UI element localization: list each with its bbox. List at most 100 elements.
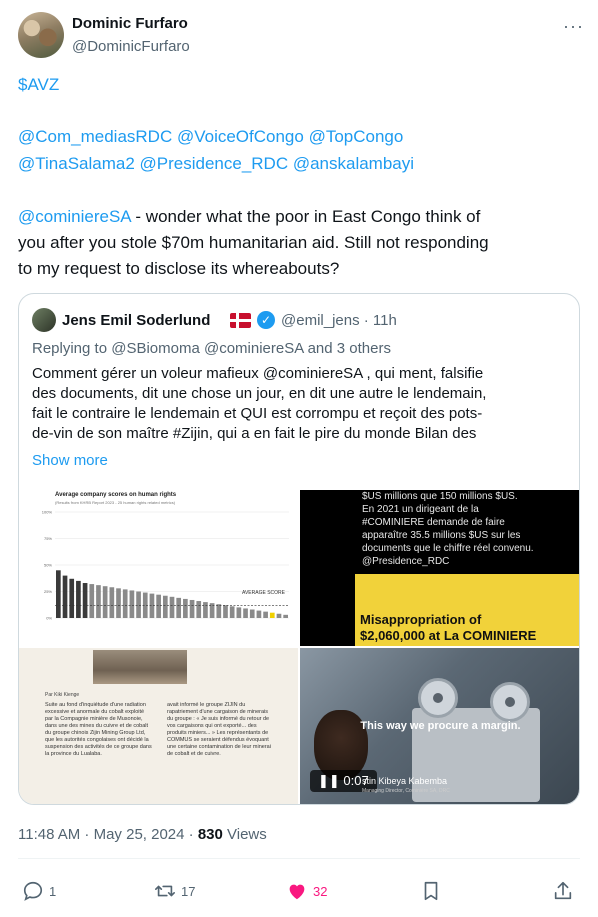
tweet-meta: 11:48 AM · May 25, 2024 · 830 Views bbox=[18, 826, 267, 843]
document-text: $US millions que 150 millions $US. En 20… bbox=[362, 490, 572, 568]
headline-line: Misappropriation of bbox=[360, 612, 482, 627]
document-line: $US millions que 150 millions $US. bbox=[362, 491, 518, 502]
y-tick-label: 75% bbox=[44, 536, 52, 541]
chart-bar bbox=[169, 596, 175, 618]
chart-bar bbox=[203, 602, 208, 618]
chart-bar bbox=[196, 601, 202, 618]
share-icon bbox=[554, 881, 572, 900]
quoted-author-avatar[interactable] bbox=[32, 308, 56, 332]
chart-bar bbox=[276, 613, 282, 618]
like-count: 32 bbox=[313, 883, 328, 899]
article-column-1: Suite au fond d'inquiétude d'une radiati… bbox=[45, 702, 152, 757]
show-more-link[interactable]: Show more bbox=[32, 452, 108, 469]
mentions-line-2[interactable]: @TinaSalama2 @Presidence_RDC @anskalamba… bbox=[18, 152, 578, 175]
chart-bar bbox=[136, 591, 141, 618]
cashtag-link[interactable]: $AVZ bbox=[18, 73, 578, 96]
quoted-author-name[interactable]: Jens Emil Soderlund bbox=[62, 312, 210, 329]
heart-icon bbox=[289, 884, 305, 900]
divider bbox=[18, 858, 580, 859]
action-bar: 1 17 32 bbox=[18, 876, 580, 906]
chart-bar bbox=[102, 586, 108, 618]
tweet-body-line-1: @cominiereSA - wonder what the poor in E… bbox=[18, 205, 578, 228]
reply-button[interactable]: 1 bbox=[22, 876, 56, 906]
video-name-tag: stin Kibeya Kabemba bbox=[362, 776, 448, 786]
timestamp[interactable]: 11:48 AM · May 25, 2024 · bbox=[18, 826, 198, 843]
quoted-tweet[interactable]: Jens Emil Soderlund ✓ @emil_jens · 11h R… bbox=[18, 293, 580, 805]
tweet-header: Dominic Furfaro @DominicFurfaro ··· bbox=[18, 12, 588, 60]
body-text-1: - wonder what the poor in East Congo thi… bbox=[130, 207, 481, 226]
article-column-2: avait informé le groupe ZIJIN du rapatri… bbox=[167, 702, 271, 757]
article-photo bbox=[93, 650, 187, 684]
quoted-tweet-text: Comment gérer un voleur mafieux @cominie… bbox=[32, 364, 572, 444]
bookmark-button[interactable] bbox=[420, 876, 442, 906]
chart-bar bbox=[249, 609, 255, 618]
chart-bar bbox=[216, 604, 222, 618]
average-score-label: AVERAGE SCORE bbox=[242, 590, 285, 596]
quoted-author-handle[interactable]: @emil_jens · 11h bbox=[281, 312, 397, 329]
pause-icon: ❚❚ bbox=[318, 773, 344, 788]
headline-line: $2,060,000 at La COMINIERE bbox=[360, 628, 537, 643]
media-video[interactable]: This way we procure a margin. ❚❚ 0:07 st… bbox=[300, 648, 579, 804]
author-name[interactable]: Dominic Furfaro bbox=[72, 15, 188, 32]
media-grid: Average company scores on human rights (… bbox=[19, 490, 579, 804]
chart-bar bbox=[62, 575, 68, 618]
tweet-body-line-2: you after you stole $70m humanitarian ai… bbox=[18, 233, 489, 252]
chart-bar bbox=[96, 585, 101, 618]
more-options-icon[interactable]: ··· bbox=[563, 16, 584, 37]
chart-bar bbox=[162, 595, 168, 618]
chart-bar bbox=[229, 606, 235, 618]
y-tick-label: 25% bbox=[44, 589, 52, 594]
chart-bar bbox=[149, 593, 155, 618]
headline-text: Misappropriation of $2,060,000 at La COM… bbox=[360, 612, 579, 644]
reply-icon bbox=[23, 881, 43, 901]
video-caption: This way we procure a margin. bbox=[360, 720, 521, 732]
body-mention-link[interactable]: @cominiereSA bbox=[18, 207, 131, 226]
document-line: @Presidence_RDC bbox=[362, 556, 450, 567]
y-tick-label: 50% bbox=[44, 563, 52, 568]
quoted-text-line: fait le contraire le lendemain et QUI es… bbox=[32, 405, 483, 422]
chart-bar bbox=[269, 612, 275, 618]
author-handle[interactable]: @DominicFurfaro bbox=[72, 38, 190, 55]
repost-count: 17 bbox=[181, 883, 196, 899]
media-chart-image[interactable]: Average company scores on human rights (… bbox=[19, 490, 298, 646]
bookmark-icon bbox=[424, 881, 438, 901]
chart-bar bbox=[89, 584, 95, 618]
media-document-image[interactable]: $US millions que 150 millions $US. En 20… bbox=[300, 490, 579, 646]
quoted-text-line: Comment gérer un voleur mafieux @cominie… bbox=[32, 365, 484, 382]
quoted-text-line: de-vin de son maître #Zijin, qui a en fa… bbox=[32, 425, 477, 442]
chart-bar bbox=[236, 607, 242, 618]
like-button[interactable]: 32 bbox=[286, 876, 327, 906]
chart-bar bbox=[256, 610, 262, 618]
media-article-image[interactable]: Par Kiki Kienge Suite au fond d'inquiétu… bbox=[19, 648, 298, 804]
chart-bar bbox=[263, 611, 268, 618]
y-tick-label: 0% bbox=[46, 616, 52, 621]
views-label: Views bbox=[222, 826, 267, 843]
mentions-line-1[interactable]: @Com_mediasRDC @VoiceOfCongo @TopCongo bbox=[18, 125, 578, 148]
quoted-text-line: des documents, dit une chose un jour, en… bbox=[32, 385, 487, 402]
chart-bar bbox=[223, 605, 228, 618]
document-line: apparaître 35.5 millions $US sur les bbox=[362, 530, 521, 541]
chart-bar bbox=[109, 587, 115, 618]
chart-bar bbox=[129, 590, 135, 618]
document-line: #COMINIERE demande de faire bbox=[362, 517, 505, 528]
video-name-subtitle: Managing Director, Cominière SA, DRC bbox=[362, 788, 450, 794]
quoted-tweet-header: Jens Emil Soderlund ✓ @emil_jens · 11h bbox=[32, 308, 572, 332]
chart-bar bbox=[243, 608, 248, 618]
repost-button[interactable]: 17 bbox=[154, 876, 195, 906]
share-button[interactable] bbox=[552, 876, 574, 906]
chart-bar bbox=[189, 599, 195, 618]
document-line: documents que le chiffre réel convenu. bbox=[362, 543, 534, 554]
chart-bar bbox=[116, 588, 121, 618]
reel-icon bbox=[490, 682, 530, 722]
chart-bar bbox=[183, 598, 188, 618]
verified-badge-icon: ✓ bbox=[257, 311, 275, 329]
author-avatar[interactable] bbox=[18, 12, 64, 58]
views-count: 830 bbox=[197, 826, 223, 843]
bar-chart: 100% 75% 50% 25% 0% bbox=[42, 510, 289, 621]
chart-bar bbox=[176, 597, 182, 618]
denmark-flag-icon bbox=[230, 313, 251, 328]
chart-bar bbox=[76, 580, 81, 618]
reel-icon bbox=[418, 678, 458, 718]
chart-bar bbox=[156, 594, 161, 618]
chart-bar bbox=[82, 583, 88, 618]
